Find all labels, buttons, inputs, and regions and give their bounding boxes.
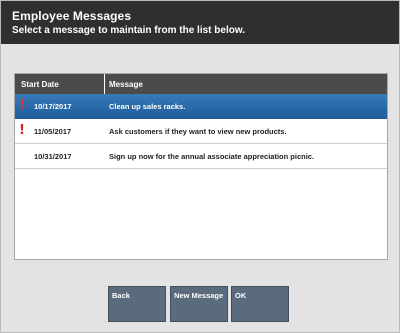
row-date: 10/17/2017 [34, 102, 72, 111]
row-message: Ask customers if they want to view new p… [109, 127, 287, 136]
table-row[interactable]: 10/31/2017 Sign up now for the annual as… [15, 144, 387, 169]
table-row[interactable]: ! 10/17/2017 Clean up sales racks. [15, 94, 387, 119]
exclamation-icon: ! [19, 98, 25, 113]
row-message: Clean up sales racks. [109, 102, 186, 111]
exclamation-icon: ! [19, 123, 25, 138]
row-message: Sign up now for the annual associate app… [109, 152, 315, 161]
messages-table: Start Date Message ! 10/17/2017 Clean up… [14, 73, 388, 260]
page-subtitle: Select a message to maintain from the li… [12, 25, 246, 36]
column-header-start-date[interactable]: Start Date [21, 80, 59, 89]
column-divider [104, 74, 105, 94]
new-message-button[interactable]: New Message [170, 286, 228, 322]
app-window: Employee Messages Select a message to ma… [0, 0, 400, 333]
table-header: Start Date Message [15, 74, 387, 94]
page-title: Employee Messages [12, 9, 132, 23]
column-header-message[interactable]: Message [109, 80, 143, 89]
table-row[interactable]: ! 11/05/2017 Ask customers if they want … [15, 119, 387, 144]
row-date: 11/05/2017 [34, 127, 72, 136]
header-bar: Employee Messages Select a message to ma… [1, 1, 399, 44]
ok-button[interactable]: OK [231, 286, 289, 322]
row-date: 10/31/2017 [34, 152, 72, 161]
back-button[interactable]: Back [108, 286, 166, 322]
